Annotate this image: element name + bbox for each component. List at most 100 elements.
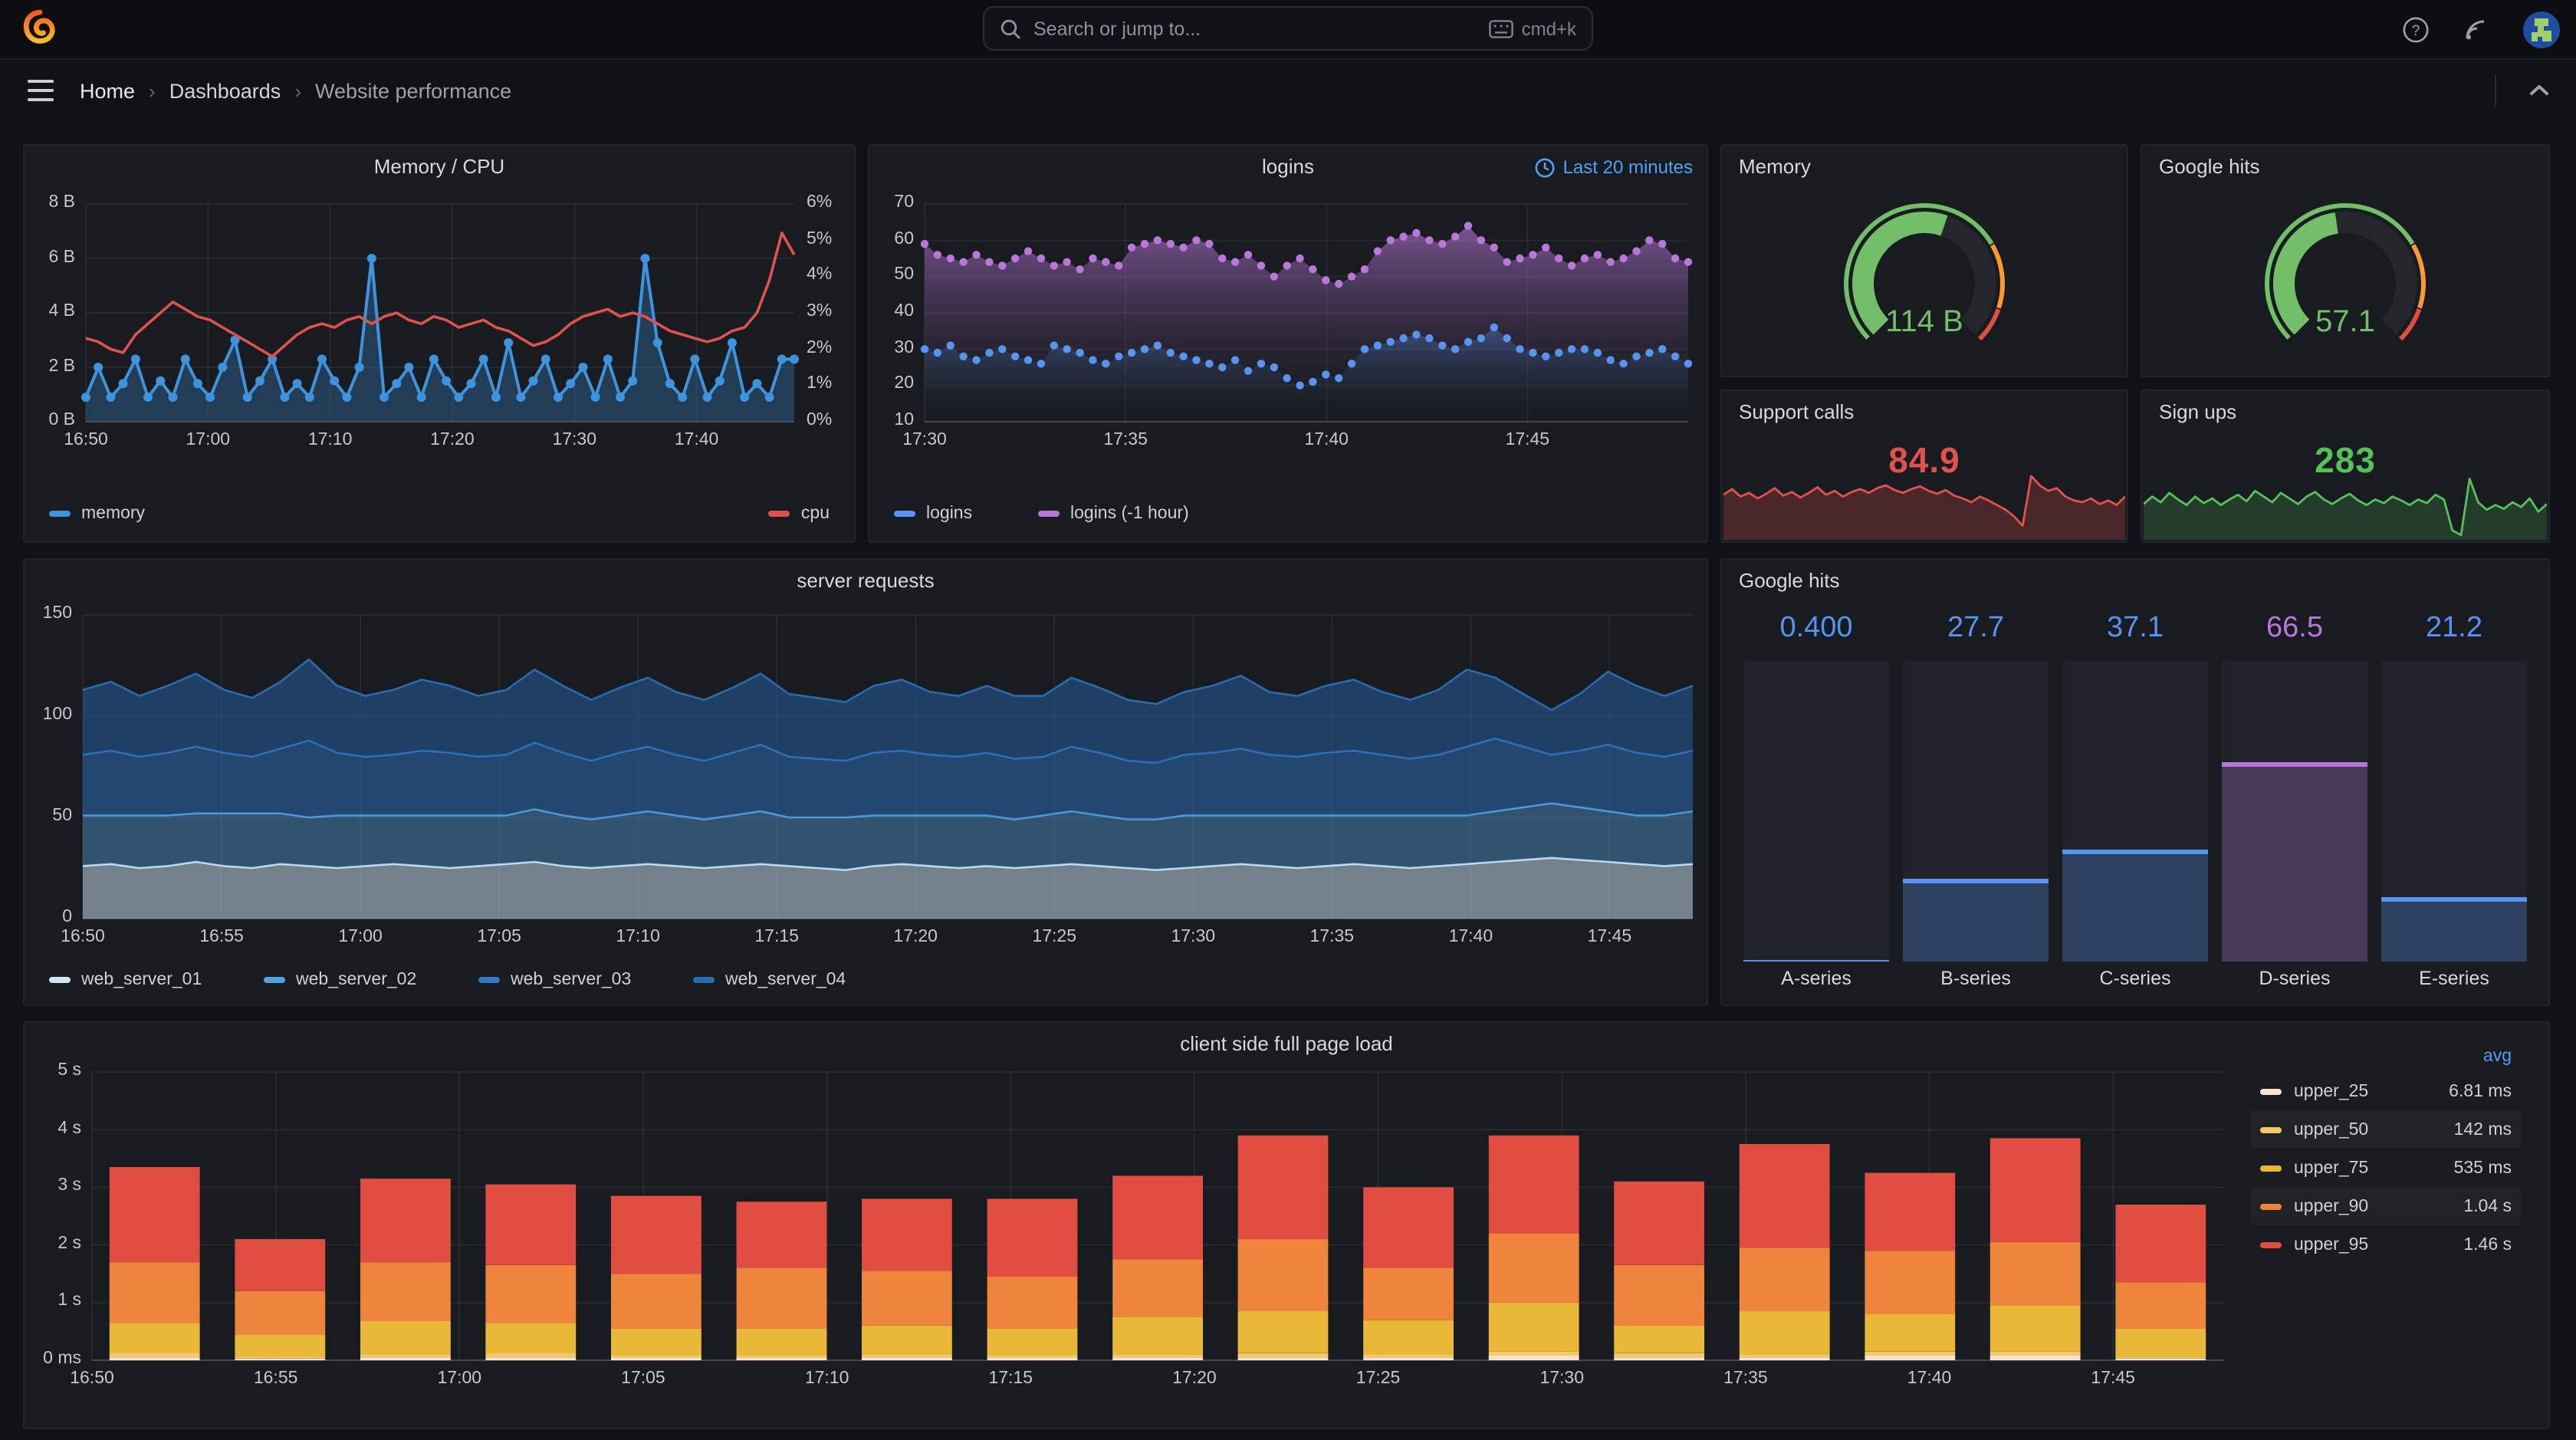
- axis-label: 17:25: [1032, 928, 1076, 946]
- stat-value: 84.9: [1888, 440, 1960, 480]
- axis-label: 5 s: [58, 1061, 81, 1080]
- bar-value: 0.400: [1779, 612, 1853, 644]
- svg-text:?: ?: [2412, 22, 2420, 38]
- axis-label: 16:55: [199, 928, 244, 946]
- bar-value: 27.7: [1947, 612, 2004, 644]
- axis-label: 4 B: [48, 302, 75, 321]
- panel-title[interactable]: Sign ups: [2159, 400, 2236, 423]
- time-range-link[interactable]: Last 20 minutes: [1536, 156, 1693, 178]
- legend-item-upper-25[interactable]: upper_25 6.81 ms: [2251, 1072, 2521, 1110]
- bar-gauge-column[interactable]: 21.2 E-series: [2381, 612, 2527, 995]
- axis-label: 17:30: [552, 431, 596, 449]
- breadcrumb-dashboards[interactable]: Dashboards: [169, 80, 281, 103]
- axis-label: 17:35: [1309, 928, 1355, 946]
- google-hits-gauge[interactable]: [2142, 189, 2548, 376]
- legend-label: upper_90: [2294, 1197, 2369, 1215]
- bar-track: [2222, 661, 2367, 962]
- axis-label: 8 B: [48, 193, 75, 212]
- breadcrumb-home[interactable]: Home: [80, 80, 135, 103]
- bar-label: A-series: [1781, 968, 1852, 989]
- legend-item-web-server-03[interactable]: web_server_03: [478, 971, 631, 989]
- axis-label: 4 s: [58, 1119, 81, 1138]
- chevron-up-icon[interactable]: [2527, 78, 2551, 103]
- top-nav-bar: Search or jump to... cmd+k ?: [0, 0, 2576, 60]
- bar-label: E-series: [2419, 968, 2489, 989]
- axis-label: 0: [62, 908, 72, 926]
- panel-title[interactable]: client side full page load: [25, 1032, 2548, 1055]
- legend-item-web-server-01[interactable]: web_server_01: [49, 971, 202, 989]
- panel-title[interactable]: server requests: [25, 569, 1707, 592]
- bar-gauge-column[interactable]: 37.1 C-series: [2062, 612, 2208, 995]
- legend-item-web-server-04[interactable]: web_server_04: [693, 971, 846, 989]
- legend-item-upper-95[interactable]: upper_95 1.46 s: [2251, 1225, 2521, 1264]
- menu-toggle-icon[interactable]: [28, 80, 54, 101]
- memory-cpu-chart[interactable]: 8 B 6 B 4 B 2 B 0 B 6% 5% 4% 3% 2% 1% 0% 16:50 17:00 1…: [25, 189, 854, 541]
- axis-label: 17:40: [1448, 928, 1493, 946]
- bar-gauge-column[interactable]: 0.400 A-series: [1743, 612, 1889, 995]
- legend-item-memory[interactable]: memory: [49, 505, 145, 523]
- panel-title[interactable]: Google hits: [2159, 155, 2260, 178]
- legend-label: web_server_03: [511, 971, 632, 989]
- axis-label: 5%: [807, 229, 833, 248]
- legend-chip: [49, 511, 71, 517]
- axis-label: 17:00: [437, 1369, 482, 1388]
- bar-fill: [2062, 850, 2208, 962]
- axis-label: 17:05: [621, 1369, 665, 1388]
- search-icon: [1001, 18, 1020, 38]
- bar-track: [1743, 661, 1889, 962]
- help-icon[interactable]: ?: [2403, 16, 2429, 42]
- legend-chip: [2260, 1165, 2282, 1171]
- memory-gauge[interactable]: [1722, 189, 2127, 376]
- axis-label: 40: [894, 302, 914, 321]
- axis-label: 17:10: [616, 928, 660, 946]
- axis-label: 17:45: [1505, 431, 1550, 449]
- axis-label: 100: [42, 705, 72, 724]
- axis-label: 17:20: [1172, 1369, 1217, 1388]
- legend-item-logins[interactable]: logins: [894, 505, 972, 523]
- panel-title[interactable]: Google hits: [1739, 569, 1840, 592]
- legend-label: web_server_04: [725, 971, 846, 989]
- legend-item-web-server-02[interactable]: web_server_02: [264, 971, 416, 989]
- panel-title[interactable]: Memory / CPU: [25, 155, 854, 178]
- grafana-logo[interactable]: [20, 9, 60, 49]
- bar-gauge-column[interactable]: 27.7 B-series: [1903, 612, 2049, 995]
- server-requests-chart[interactable]: 150 100 50 0 16:50 16:55 17:00 17:05 17:10 17:15 1…: [25, 603, 1707, 1004]
- bar-gauge[interactable]: 0.400 A-series 27.7 B-series 37.1 C-series 66.…: [1743, 612, 2527, 995]
- axis-label: 0 ms: [43, 1350, 81, 1368]
- bar-gauge-column[interactable]: 66.5 D-series: [2222, 612, 2367, 995]
- legend-item-upper-50[interactable]: upper_50 142 ms: [2251, 1110, 2521, 1149]
- axis-label: 17:25: [1355, 1369, 1401, 1388]
- axis-label: 16:50: [70, 1369, 114, 1388]
- keyboard-icon: [1489, 19, 1514, 38]
- panel-title[interactable]: Support calls: [1739, 400, 1854, 423]
- legend-item-logins-1hour[interactable]: logins (-1 hour): [1038, 505, 1189, 523]
- client-load-chart[interactable]: 5 s 4 s 3 s 2 s 1 s 0 ms 16:50 16:55 17:00 17:05 1…: [25, 1061, 2548, 1428]
- legend-item-cpu[interactable]: cpu: [768, 505, 830, 523]
- axis-label: 17:40: [1304, 431, 1349, 449]
- bar-value: 21.2: [2426, 612, 2482, 644]
- bar-label: D-series: [2259, 968, 2331, 989]
- axis-label: 17:45: [1587, 928, 1632, 946]
- legend-item-upper-75[interactable]: upper_75 535 ms: [2251, 1149, 2521, 1187]
- axis-label: 17:00: [338, 928, 383, 946]
- legend-value: 6.81 ms: [2449, 1082, 2512, 1100]
- dashboard-canvas: Memory / CPU 8 B 6 B 4 B 2 B 0 B 6% 5% 4% 3% 2% 1%…: [0, 123, 2576, 1440]
- legend-value: 1.46 s: [2463, 1235, 2512, 1254]
- panel-title[interactable]: Memory: [1739, 155, 1811, 178]
- axis-label: 10: [894, 411, 914, 429]
- news-rss-icon[interactable]: [2463, 16, 2489, 42]
- axis-label: 17:35: [1103, 431, 1148, 449]
- panel-google-hits-bars: Google hits 0.400 A-series 27.7 B-series 37.…: [1720, 558, 2550, 1006]
- legend-chip: [49, 977, 71, 983]
- axis-label: 17:40: [674, 431, 719, 449]
- axis-label: 3%: [807, 302, 833, 321]
- search-input[interactable]: Search or jump to... cmd+k: [983, 6, 1593, 51]
- user-avatar[interactable]: [2522, 10, 2561, 48]
- gauge-value: 114 B: [1885, 305, 1963, 339]
- legend-label: memory: [81, 505, 146, 523]
- chevron-right-icon: ›: [294, 80, 301, 103]
- panel-sign-ups: Sign ups 283: [2141, 390, 2550, 543]
- legend-label: upper_95: [2294, 1235, 2369, 1254]
- legend-item-upper-90[interactable]: upper_90 1.04 s: [2251, 1187, 2521, 1225]
- logins-chart[interactable]: 70 60 50 40 30 20 10 17:30 17:35 17:40 17:45: [869, 189, 1707, 541]
